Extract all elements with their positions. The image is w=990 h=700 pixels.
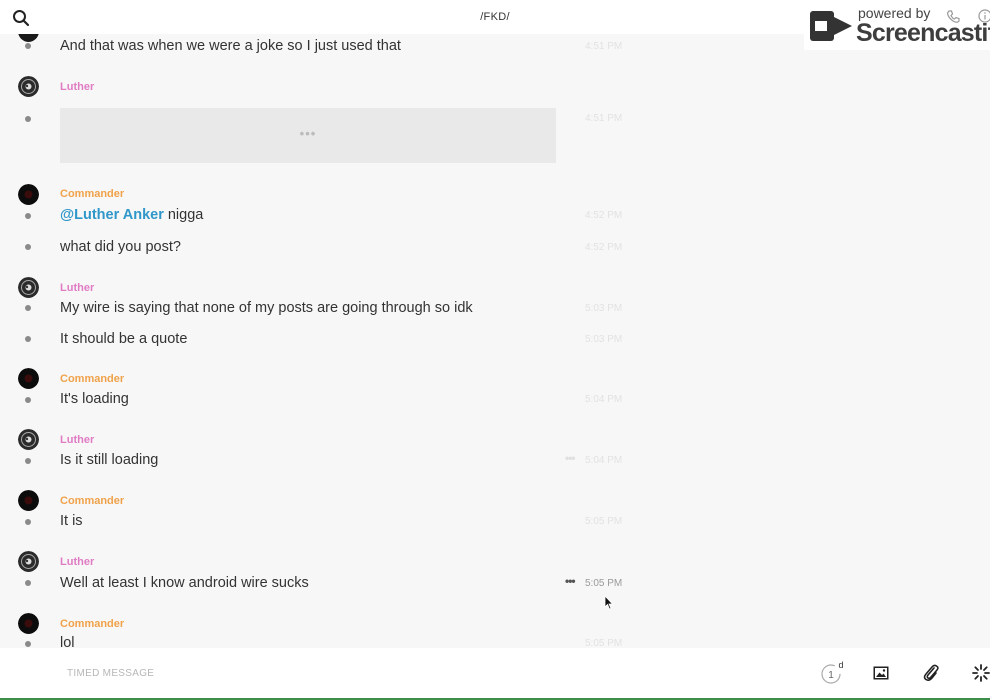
- sender-name[interactable]: Commander: [60, 495, 124, 507]
- sender-name[interactable]: Luther: [60, 282, 94, 294]
- message-text: And that was when we were a joke so I ju…: [60, 38, 401, 54]
- message-text-body: nigga: [163, 207, 204, 223]
- message-dot: [25, 213, 31, 219]
- message-time: 4:51 PM: [585, 41, 623, 52]
- attachment-icon[interactable]: [923, 664, 939, 687]
- message-text: @Luther Anker nigga: [60, 207, 203, 223]
- watermark-brand: Screencastify: [856, 19, 990, 47]
- avatar-luther[interactable]: [18, 76, 39, 97]
- message-time: 4:52 PM: [585, 210, 623, 221]
- avatar-commander[interactable]: [18, 613, 39, 634]
- message-text: It should be a quote: [60, 331, 188, 347]
- sender-name[interactable]: Luther: [60, 81, 94, 93]
- avatar[interactable]: [18, 34, 39, 42]
- message-dot: [25, 519, 31, 525]
- message-text: lol: [60, 635, 75, 648]
- avatar-luther[interactable]: [18, 277, 39, 298]
- message-text: Is it still loading: [60, 452, 159, 468]
- message-dot: [25, 244, 31, 250]
- image-icon[interactable]: [873, 666, 889, 685]
- message-dot: [25, 336, 31, 342]
- message-dot: [25, 397, 31, 403]
- avatar-commander[interactable]: [18, 490, 39, 511]
- message-input[interactable]: TIMED MESSAGE: [67, 668, 154, 679]
- avatar-commander[interactable]: [18, 368, 39, 389]
- avatar-luther[interactable]: [18, 551, 39, 572]
- mouse-cursor-icon: [604, 594, 614, 615]
- avatar-commander[interactable]: [18, 184, 39, 205]
- quote-preview[interactable]: •••: [60, 108, 556, 163]
- timer-unit: d: [838, 661, 843, 670]
- screencastify-watermark: powered by Screencastify: [804, 0, 990, 50]
- message-dot: [25, 580, 31, 586]
- message-dot: [25, 116, 31, 122]
- message-text: My wire is saying that none of my posts …: [60, 300, 473, 316]
- message-time: 5:05 PM: [585, 516, 623, 527]
- phone-icon[interactable]: [946, 10, 960, 29]
- loading-dots-icon: •••: [299, 126, 317, 141]
- message-time: 4:52 PM: [585, 242, 623, 253]
- message-text: It is: [60, 513, 83, 529]
- message-text: It's loading: [60, 391, 129, 407]
- more-options-icon[interactable]: •••: [565, 451, 576, 465]
- sender-name[interactable]: Commander: [60, 373, 124, 385]
- composer-bar: TIMED MESSAGE 1 d: [0, 648, 990, 698]
- sender-name[interactable]: Luther: [60, 556, 94, 568]
- message-time: 5:04 PM: [585, 455, 623, 466]
- message-time: 4:51 PM: [585, 113, 623, 124]
- info-icon[interactable]: [978, 9, 990, 28]
- avatar-luther[interactable]: [18, 429, 39, 450]
- sender-name[interactable]: Luther: [60, 434, 94, 446]
- message-time: 5:05 PM: [585, 578, 623, 589]
- message-text: Well at least I know android wire sucks: [60, 575, 309, 591]
- sender-name[interactable]: Commander: [60, 618, 124, 630]
- timer-icon[interactable]: 1 d: [820, 660, 846, 690]
- more-options-icon[interactable]: •••: [565, 574, 576, 588]
- message-time: 5:03 PM: [585, 334, 623, 345]
- message-time: 5:04 PM: [585, 394, 623, 405]
- message-time: 5:05 PM: [585, 638, 623, 648]
- message-dot: [25, 641, 31, 647]
- mention-link[interactable]: @Luther Anker: [60, 207, 164, 223]
- message-dot: [25, 458, 31, 464]
- message-list[interactable]: And that was when we were a joke so I ju…: [0, 34, 990, 648]
- timer-value: 1: [828, 670, 834, 681]
- message-dot: [25, 43, 31, 49]
- screencastify-logo-icon: [808, 7, 854, 50]
- ping-icon[interactable]: [972, 664, 990, 687]
- message-time: 5:03 PM: [585, 303, 623, 314]
- message-dot: [25, 305, 31, 311]
- message-text: what did you post?: [60, 239, 181, 255]
- sender-name[interactable]: Commander: [60, 188, 124, 200]
